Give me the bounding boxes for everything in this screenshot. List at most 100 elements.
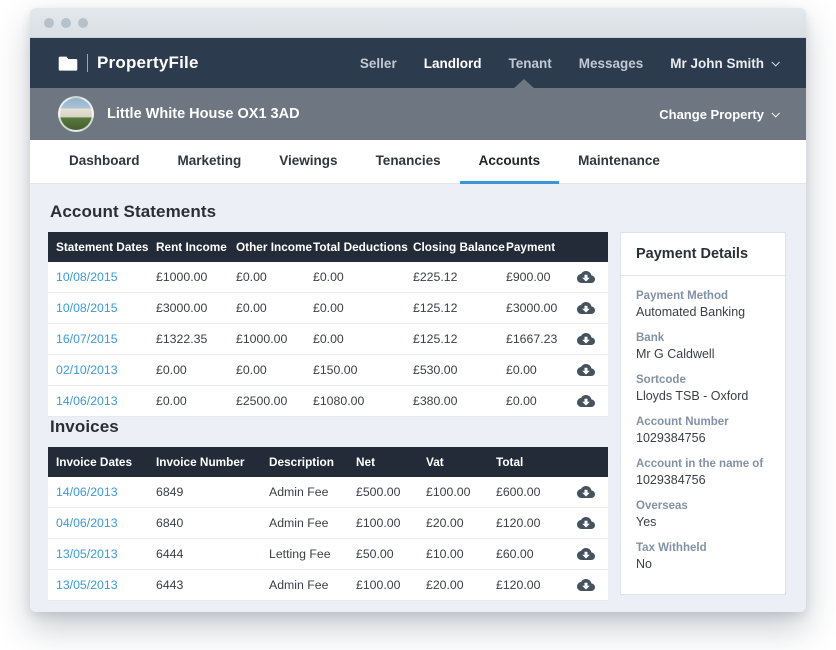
payment-detail-field: Bank Mr G Caldwell <box>636 332 770 361</box>
vat-cell: £20.00 <box>418 516 488 530</box>
invoices-table: Invoice DatesInvoice NumberDescriptionNe… <box>48 447 608 601</box>
field-label: Account Number <box>636 416 770 428</box>
tab[interactable]: Marketing <box>159 140 261 184</box>
statement-date-link[interactable]: 16/07/2015 <box>48 332 148 346</box>
account-statements-title: Account Statements <box>50 202 608 222</box>
statement-date-link[interactable]: 02/10/2013 <box>48 363 148 377</box>
payment-detail-field: Overseas Yes <box>636 500 770 529</box>
field-label: Account in the name of <box>636 458 770 470</box>
window-control-dot[interactable] <box>61 18 71 28</box>
change-property-button[interactable]: Change Property <box>659 107 778 122</box>
navbar-item[interactable]: Messages <box>579 56 644 71</box>
total-deductions-cell: £1080.00 <box>305 394 405 408</box>
table-header-row: Statement DatesRent IncomeOther IncomeTo… <box>48 232 608 262</box>
invoice-date-link[interactable]: 13/05/2013 <box>48 547 148 561</box>
tab[interactable]: Maintenance <box>559 140 679 184</box>
account-statements-table: Statement DatesRent IncomeOther IncomeTo… <box>48 232 608 417</box>
column-header: Total <box>488 455 563 469</box>
tab[interactable]: Accounts <box>460 140 560 184</box>
vat-cell: £20.00 <box>418 578 488 592</box>
closing-balance-cell: £380.00 <box>405 394 498 408</box>
other-income-cell: £1000.00 <box>228 332 305 346</box>
navbar-item[interactable]: Tenant <box>508 56 551 71</box>
cloud-download-icon[interactable] <box>563 514 608 532</box>
description-cell: Letting Fee <box>261 547 348 561</box>
payment-cell: £1667.23 <box>498 332 563 346</box>
property-bar: Little White House OX1 3AD Change Proper… <box>30 88 806 140</box>
content-area: Account Statements Statement DatesRent I… <box>30 184 806 612</box>
net-cell: £100.00 <box>348 516 418 530</box>
cloud-download-icon[interactable] <box>563 576 608 594</box>
invoice-date-link[interactable]: 14/06/2013 <box>48 485 148 499</box>
active-nav-pointer <box>513 79 535 89</box>
cloud-download-icon[interactable] <box>563 361 608 379</box>
total-cell: £120.00 <box>488 516 563 530</box>
total-deductions-cell: £0.00 <box>305 301 405 315</box>
cloud-download-icon[interactable] <box>563 268 608 286</box>
invoice-number-cell: 6443 <box>148 578 261 592</box>
cloud-download-icon[interactable] <box>563 392 608 410</box>
other-income-cell: £0.00 <box>228 301 305 315</box>
cloud-download-icon[interactable] <box>563 330 608 348</box>
change-property-label: Change Property <box>659 107 764 122</box>
statement-date-link[interactable]: 10/08/2015 <box>48 270 148 284</box>
rent-income-cell: £0.00 <box>148 363 228 377</box>
cloud-download-icon[interactable] <box>563 545 608 563</box>
statement-date-link[interactable]: 14/06/2013 <box>48 394 148 408</box>
invoice-number-cell: 6840 <box>148 516 261 530</box>
column-header: Description <box>261 455 348 469</box>
total-deductions-cell: £0.00 <box>305 332 405 346</box>
cloud-download-icon[interactable] <box>563 299 608 317</box>
column-header: Net <box>348 455 418 469</box>
cloud-download-icon[interactable] <box>563 483 608 501</box>
user-name: Mr John Smith <box>670 56 764 71</box>
navbar-item[interactable]: Seller <box>360 56 397 71</box>
tab[interactable]: Dashboard <box>50 140 159 184</box>
logo-divider <box>87 54 88 72</box>
description-cell: Admin Fee <box>261 485 348 499</box>
payment-cell: £900.00 <box>498 270 563 284</box>
rent-income-cell: £1322.35 <box>148 332 228 346</box>
tab[interactable]: Tenancies <box>357 140 460 184</box>
user-menu[interactable]: Mr John Smith <box>670 56 778 71</box>
app-logo[interactable]: PropertyFile <box>58 53 199 73</box>
field-value: 1029384756 <box>636 431 770 445</box>
invoice-number-cell: 6849 <box>148 485 261 499</box>
field-label: Payment Method <box>636 290 770 302</box>
field-value: No <box>636 557 770 571</box>
invoice-row: 04/06/2013 6840 Admin Fee £100.00 £20.00… <box>48 508 608 539</box>
section-tabs: Dashboard Marketing Viewings Tenancies A… <box>30 140 806 184</box>
invoice-row: 13/05/2013 6444 Letting Fee £50.00 £10.0… <box>48 539 608 570</box>
navbar-item[interactable]: Landlord <box>424 56 482 71</box>
payment-detail-field: Account in the name of 1029384756 <box>636 458 770 487</box>
invoice-date-link[interactable]: 04/06/2013 <box>48 516 148 530</box>
field-value: Lloyds TSB - Oxford <box>636 389 770 403</box>
description-cell: Admin Fee <box>261 578 348 592</box>
invoices-title: Invoices <box>50 417 608 437</box>
browser-window: PropertyFile Seller Landlord Tenant Mess… <box>30 8 806 612</box>
tab[interactable]: Viewings <box>260 140 356 184</box>
window-control-dot[interactable] <box>78 18 88 28</box>
statement-date-link[interactable]: 10/08/2015 <box>48 301 148 315</box>
total-deductions-cell: £0.00 <box>305 270 405 284</box>
invoice-row: 14/06/2013 6849 Admin Fee £500.00 £100.0… <box>48 477 608 508</box>
rent-income-cell: £1000.00 <box>148 270 228 284</box>
statement-row: 16/07/2015 £1322.35 £1000.00 £0.00 £125.… <box>48 324 608 355</box>
side-column: Payment Details Payment Method Automated… <box>620 202 786 612</box>
property-name: Little White House OX1 3AD <box>107 106 300 122</box>
invoice-date-link[interactable]: 13/05/2013 <box>48 578 148 592</box>
payment-detail-field: Account Number 1029384756 <box>636 416 770 445</box>
column-header: Other Income <box>228 240 305 254</box>
chevron-down-icon <box>771 109 779 117</box>
closing-balance-cell: £125.12 <box>405 332 498 346</box>
invoice-number-cell: 6444 <box>148 547 261 561</box>
total-cell: £120.00 <box>488 578 563 592</box>
browser-titlebar <box>30 8 806 38</box>
payment-cell: £0.00 <box>498 363 563 377</box>
other-income-cell: £0.00 <box>228 363 305 377</box>
window-control-dot[interactable] <box>44 18 54 28</box>
description-cell: Admin Fee <box>261 516 348 530</box>
folder-icon <box>58 55 78 71</box>
vat-cell: £100.00 <box>418 485 488 499</box>
statement-row: 14/06/2013 £0.00 £2500.00 £1080.00 £380.… <box>48 386 608 417</box>
